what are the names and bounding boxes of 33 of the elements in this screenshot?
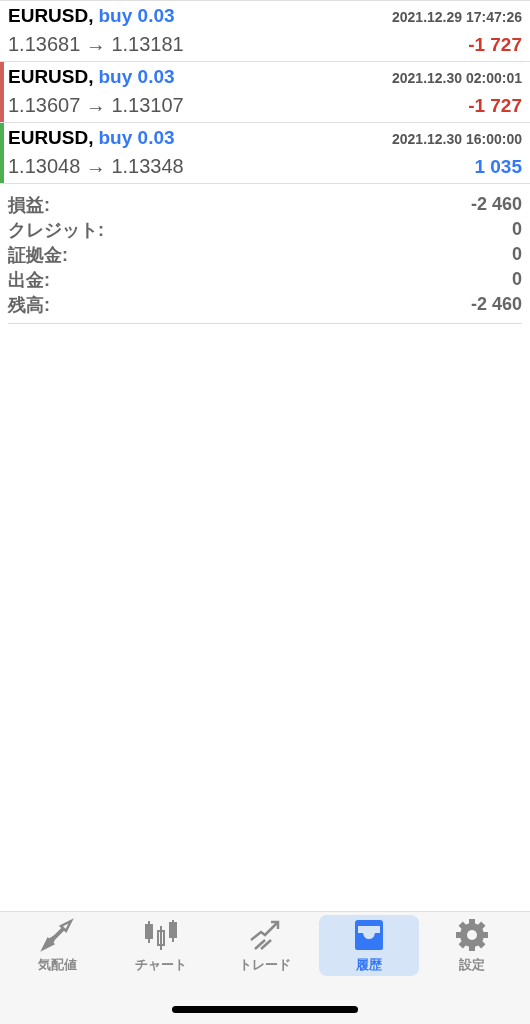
summary-value: -2 460	[470, 194, 522, 215]
symbol: EURUSD,	[8, 66, 94, 88]
price-range: 1.13681 → 1.13181	[8, 33, 184, 56]
symbol: EURUSD,	[8, 5, 94, 27]
summary-value: 0	[512, 269, 522, 290]
summary-label: 証拠金:	[8, 243, 68, 267]
tab[interactable]: チャート	[111, 915, 212, 976]
summary-value: 0	[512, 219, 522, 240]
order-type: buy 0.03	[98, 66, 175, 88]
deal-time: 2021.12.30 02:00:01	[392, 70, 522, 86]
summary-label: クレジット:	[8, 218, 104, 242]
tab[interactable]: トレード	[215, 915, 315, 976]
summary-value: -2 460	[470, 294, 522, 315]
tab[interactable]: 履歴	[318, 915, 419, 976]
deal-time: 2021.12.30 16:00:00	[392, 131, 522, 147]
order-type: buy 0.03	[98, 127, 175, 149]
settings-icon	[454, 917, 491, 952]
order-type: buy 0.03	[98, 5, 175, 27]
symbol: EURUSD,	[8, 127, 94, 149]
profit: -1 727	[468, 95, 522, 117]
summary-value: 0	[512, 244, 522, 265]
price-range: 1.13607 → 1.13107	[8, 94, 184, 117]
tab[interactable]: 設定	[422, 915, 523, 976]
tab[interactable]: 気配値	[7, 915, 108, 976]
profit: 1 035	[474, 156, 522, 178]
profit: -1 727	[468, 34, 522, 56]
diagonal-arrows-icon	[39, 917, 76, 952]
price-range: 1.13048 → 1.13348	[8, 155, 184, 178]
summary-label: 損益:	[8, 193, 50, 217]
deal-time: 2021.12.29 17:47:26	[392, 9, 522, 25]
summary-label: 残高:	[8, 293, 50, 317]
summary-label: 出金:	[8, 268, 50, 292]
candlestick-icon	[143, 917, 180, 952]
